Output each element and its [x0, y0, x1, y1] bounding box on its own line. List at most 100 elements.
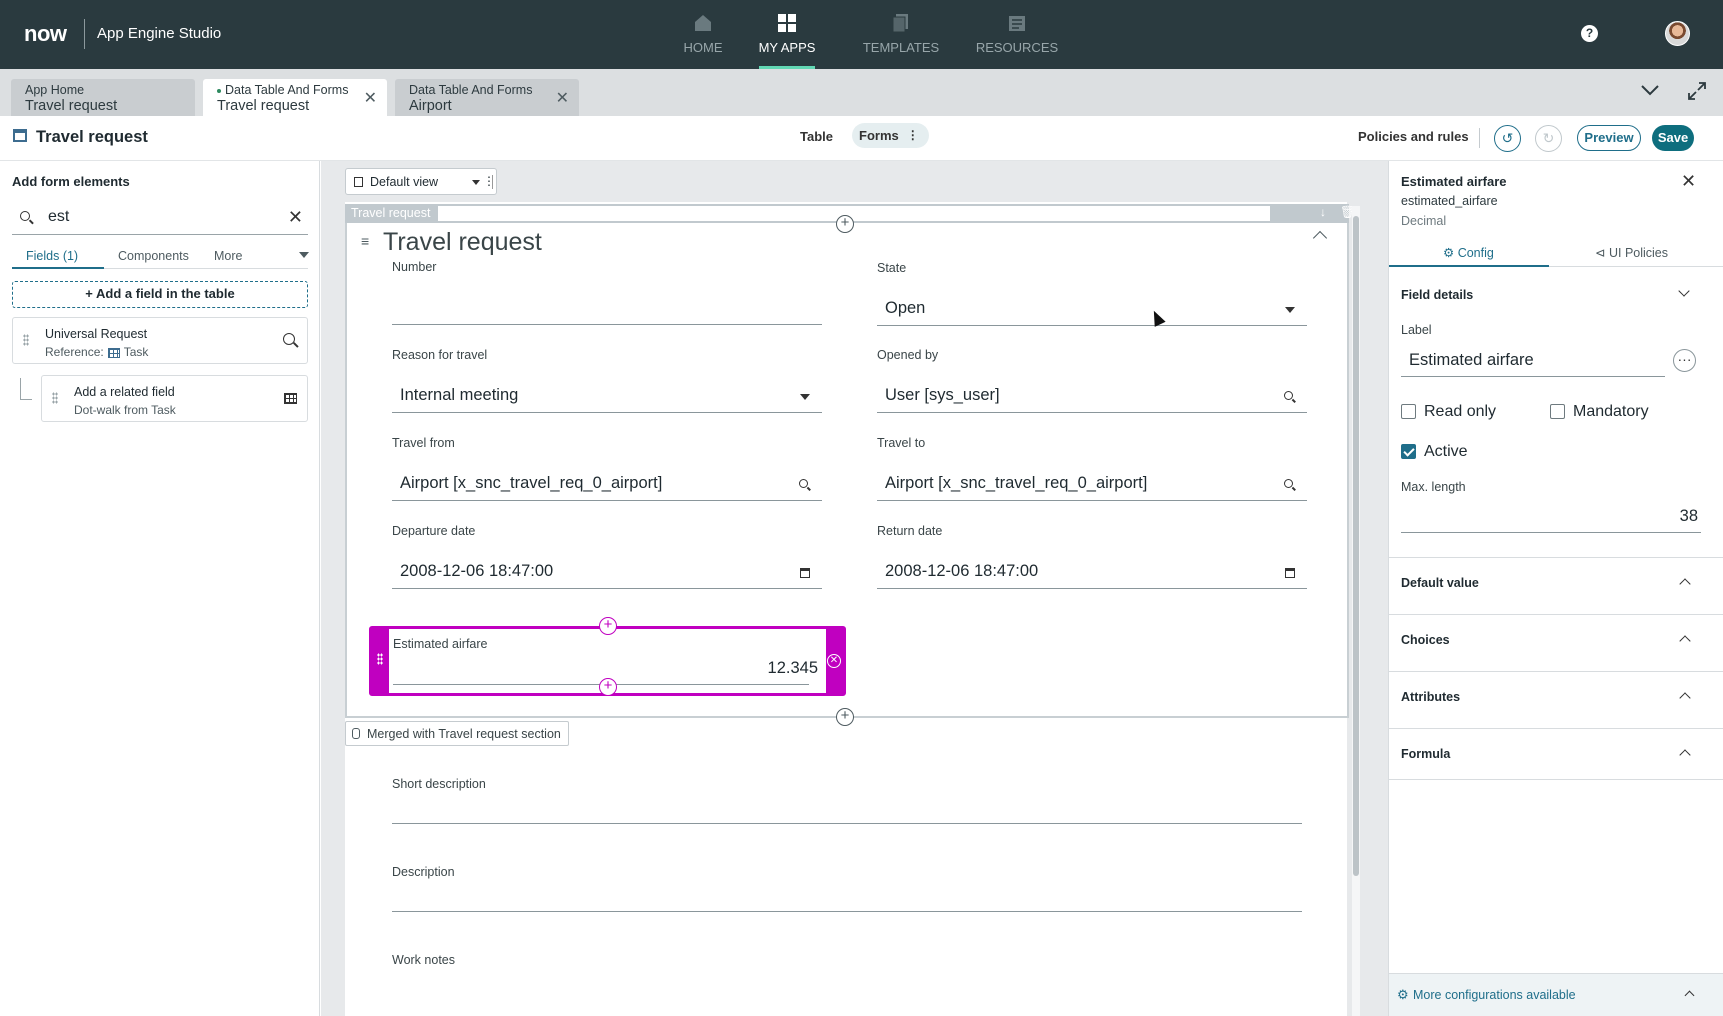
clear-icon[interactable]: ✕	[288, 207, 303, 228]
arrow-down-icon[interactable]: ↓	[1320, 205, 1326, 219]
field-label: Opened by	[877, 348, 939, 362]
section-choices[interactable]: Choices	[1389, 614, 1723, 666]
view-selector[interactable]: Default view	[345, 168, 497, 195]
caret-down-icon[interactable]	[299, 252, 309, 258]
undo-icon: ↺	[1501, 130, 1514, 146]
save-button[interactable]: Save	[1652, 125, 1694, 151]
tab-fields[interactable]: Fields (1)	[26, 249, 78, 263]
form-canvas: Default view ⋮ Travel request ↓ 🗑 ≡ Trav…	[321, 161, 1388, 1016]
more-options-button[interactable]: ···	[1673, 349, 1696, 372]
selection-handle-right[interactable]: ✕	[826, 629, 843, 693]
section-title: Travel request	[383, 228, 542, 256]
label-input[interactable]: Estimated airfare	[1401, 345, 1665, 377]
max-length-value: 38	[1679, 507, 1698, 525]
nav-my-apps[interactable]: MY APPS	[732, 12, 842, 69]
field-value: Open	[885, 299, 926, 317]
reference-prefix: Reference:	[45, 345, 104, 359]
user-avatar[interactable]	[1665, 21, 1690, 46]
tab-line1: Data Table And Forms	[217, 83, 373, 97]
more-configurations-bar[interactable]: ⚙ More configurations available	[1389, 973, 1723, 1016]
chevron-up-icon[interactable]	[1684, 990, 1695, 1001]
expand-icon[interactable]	[1687, 81, 1707, 101]
tab-more[interactable]: More	[214, 249, 242, 263]
now-logo[interactable]: now	[24, 21, 67, 47]
policies-and-rules-link[interactable]: Policies and rules	[1358, 129, 1469, 144]
close-icon[interactable]: ✕	[364, 88, 377, 108]
close-icon[interactable]: ✕	[1681, 171, 1696, 192]
scrollbar-thumb[interactable]	[1353, 216, 1359, 876]
active-checkbox[interactable]	[1401, 444, 1416, 459]
nav-resources[interactable]: RESOURCES	[962, 12, 1072, 69]
field-card-subtitle: Dot-walk from Task	[74, 403, 176, 417]
tab-airport-forms[interactable]: Data Table And Forms Airport ✕	[395, 79, 579, 116]
drag-handle-icon[interactable]	[23, 334, 29, 346]
section-attributes[interactable]: Attributes	[1389, 671, 1723, 723]
element-search: ✕	[12, 203, 308, 235]
add-element-icon[interactable]: +	[836, 215, 854, 233]
search-input[interactable]	[48, 208, 268, 226]
tab-line2: Travel request	[217, 98, 310, 114]
drag-handle-icon[interactable]	[52, 392, 58, 404]
tab-ui-policies[interactable]: ⊲ UI Policies	[1595, 245, 1668, 260]
canvas-scrollbar[interactable]	[1352, 206, 1360, 1016]
chevron-down-icon[interactable]	[1678, 285, 1690, 297]
add-element-icon[interactable]: +	[836, 708, 854, 726]
tab-app-home[interactable]: App Home Travel request	[11, 79, 195, 116]
chevron-up-icon[interactable]	[1312, 230, 1328, 246]
mandatory-label: Mandatory	[1573, 403, 1649, 420]
section-formula[interactable]: Formula	[1389, 728, 1723, 780]
max-length-input[interactable]: 38	[1401, 497, 1701, 533]
close-icon[interactable]: ✕	[556, 88, 569, 108]
selection-handle-left[interactable]	[372, 629, 389, 693]
field-card-universal-request[interactable]: Universal Request Reference: Task	[12, 317, 308, 364]
more-options-icon[interactable]: ⋮	[481, 168, 497, 195]
top-navigation-bar: now App Engine Studio HOME MY APPS TEMPL…	[0, 0, 1723, 69]
add-field-button[interactable]: + Add a field in the table	[12, 281, 308, 308]
tab-config[interactable]: ⚙ Config	[1443, 245, 1494, 260]
tab-components[interactable]: Components	[118, 249, 189, 263]
chevron-down-icon[interactable]	[1640, 83, 1660, 97]
nav-templates[interactable]: TEMPLATES	[846, 12, 956, 69]
field-label: Return date	[877, 524, 943, 538]
read-only-label: Read only	[1424, 403, 1497, 420]
add-element-icon[interactable]: +	[599, 617, 617, 635]
field-details-header[interactable]: Field details	[1401, 288, 1473, 302]
tab-travel-request-forms[interactable]: Data Table And Forms Travel request ✕	[203, 79, 387, 116]
tab-table[interactable]: Table	[800, 129, 833, 144]
field-underline	[392, 823, 1302, 824]
field-type: Decimal	[1401, 214, 1447, 228]
more-configurations-link[interactable]: More configurations available	[1413, 988, 1576, 1002]
caret-down-icon	[1285, 307, 1295, 313]
search-icon[interactable]	[283, 333, 295, 345]
tab-forms-label: Forms	[859, 128, 899, 143]
policy-icon: ⊲	[1595, 246, 1606, 260]
remove-icon[interactable]: ✕	[827, 654, 841, 668]
field-label: Short description	[392, 777, 486, 791]
drag-handle-icon[interactable]	[377, 653, 383, 665]
nav-templates-label: TEMPLATES	[862, 40, 940, 55]
redo-button[interactable]: ↻	[1535, 125, 1562, 152]
section-title: Choices	[1401, 633, 1450, 647]
builder-toolbar: Travel request Table Forms ⋮ Policies an…	[0, 116, 1723, 161]
mandatory-checkbox[interactable]	[1550, 404, 1565, 419]
field-card-related-field[interactable]: Add a related field Dot-walk from Task	[41, 375, 308, 422]
field-input: Airport [x_snc_travel_req_0_airport]	[877, 466, 1307, 501]
panel-title: Add form elements	[12, 174, 130, 189]
add-element-icon[interactable]: +	[599, 678, 617, 696]
tab-line2: Airport	[409, 98, 452, 114]
section-default-value[interactable]: Default value	[1389, 557, 1723, 609]
tab-forms[interactable]: Forms ⋮	[852, 123, 929, 148]
help-icon[interactable]: ?	[1581, 25, 1598, 42]
preview-button[interactable]: Preview	[1577, 125, 1641, 151]
table-icon[interactable]	[284, 393, 297, 404]
drag-handle-icon[interactable]: ≡	[361, 233, 369, 249]
view-label: Default view	[370, 175, 439, 189]
more-options-icon[interactable]: ⋮	[907, 128, 919, 142]
field-label: Travel from	[392, 436, 455, 450]
read-only-checkbox[interactable]	[1401, 404, 1416, 419]
field-value: Airport [x_snc_travel_req_0_airport]	[885, 474, 1148, 492]
undo-button[interactable]: ↺	[1494, 125, 1521, 152]
calendar-icon	[1285, 568, 1295, 578]
resources-icon	[1009, 16, 1025, 31]
unsaved-dot-icon	[217, 88, 221, 93]
